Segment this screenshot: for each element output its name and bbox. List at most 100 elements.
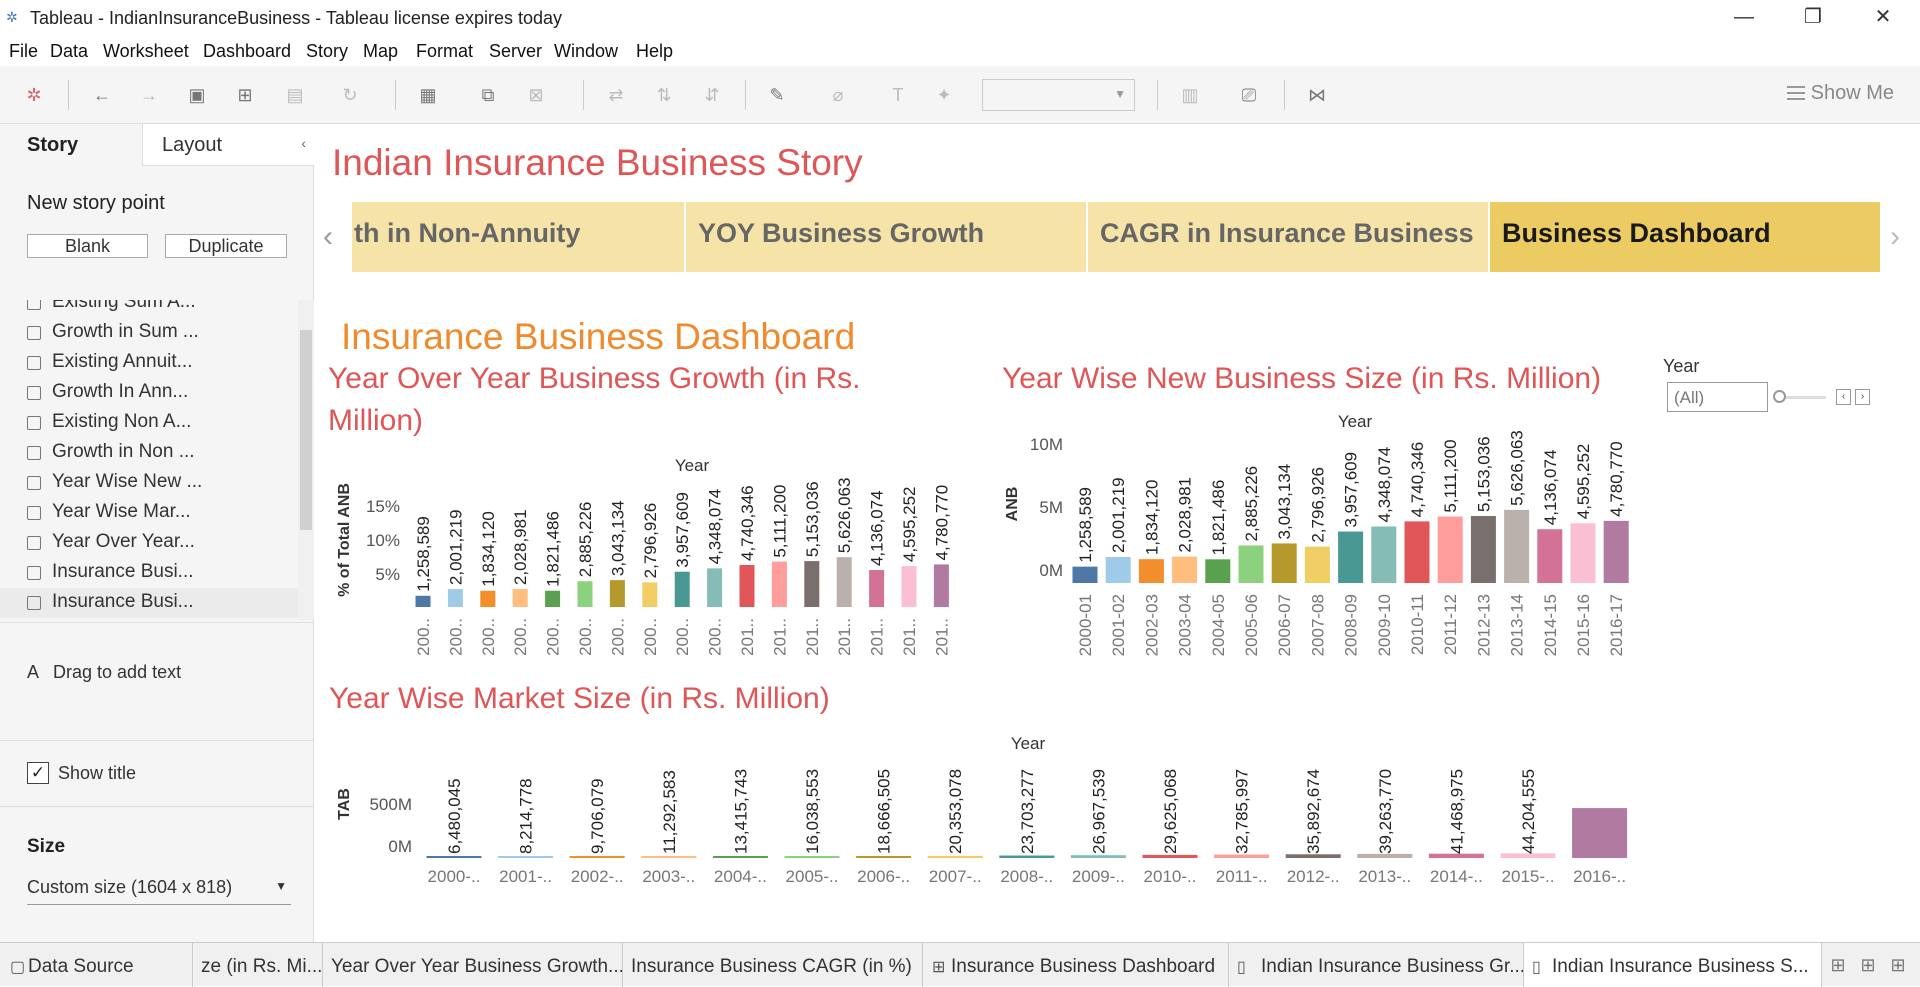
menu-server[interactable]: Server — [489, 41, 542, 62]
tab-sheet[interactable]: Year Over Year Business Growth... — [323, 943, 623, 987]
list-item[interactable]: Existing Annuit... — [0, 348, 298, 378]
x-tick-label: 2004-05 — [1209, 594, 1228, 656]
sort-ascending-icon[interactable]: ⇅ — [652, 83, 676, 107]
bar — [1271, 543, 1297, 583]
y-tick-label: 5M — [1039, 498, 1063, 517]
bar — [609, 580, 625, 607]
data-label: 35,892,674 — [1304, 769, 1323, 854]
refresh-icon[interactable]: ↻ — [338, 83, 362, 107]
dashboard-icon — [27, 596, 41, 610]
tab-story-active[interactable]: ▯ Indian Insurance Business S... — [1524, 943, 1822, 987]
x-tick-label: 2009-.. — [1072, 867, 1125, 886]
new-story-icon[interactable]: ⊞ — [1886, 953, 1910, 977]
drag-to-add-text[interactable]: A Drag to add text — [27, 662, 181, 683]
list-item[interactable]: Growth in Non ... — [0, 438, 298, 468]
list-item[interactable]: Insurance Busi... — [0, 558, 298, 588]
menu-worksheet[interactable]: Worksheet — [103, 41, 189, 62]
bar — [1304, 546, 1330, 583]
data-label: 2,796,926 — [1308, 467, 1327, 543]
bar — [1603, 520, 1629, 583]
close-icon[interactable]: ✕ — [1860, 2, 1906, 32]
list-item[interactable]: Growth In Ann... — [0, 378, 298, 408]
x-tick-label: 2001-02 — [1109, 594, 1128, 656]
list-item[interactable]: Year Wise New ... — [0, 468, 298, 498]
x-tick-label: 201.. — [900, 618, 919, 656]
tab-story[interactable]: ▯ Indian Insurance Business Gr... — [1229, 943, 1524, 987]
new-dashboard-icon[interactable]: ⊞ — [1856, 953, 1880, 977]
highlight-icon[interactable]: ✎ — [765, 83, 789, 107]
tableau-logo-icon: ✲ — [6, 9, 18, 25]
tab-sheet[interactable]: ze (in Rs. Mi... — [193, 943, 323, 987]
x-tick-label: 2014-15 — [1541, 594, 1560, 656]
x-tick-label: 200.. — [511, 618, 530, 656]
data-label: 1,258,589 — [1076, 487, 1095, 563]
group-icon[interactable]: ⌀ — [826, 83, 850, 107]
tab-data-source[interactable]: ▢ Data Source — [0, 943, 193, 987]
show-title-checkbox[interactable]: ✓ — [27, 762, 49, 784]
data-label: 4,780,770 — [932, 485, 951, 561]
list-item[interactable]: Existing Non A... — [0, 408, 298, 438]
menu-dashboard[interactable]: Dashboard — [203, 41, 291, 62]
tab-layout-label: Layout — [162, 134, 223, 156]
save-icon[interactable]: ▣ — [185, 83, 209, 107]
menu-story[interactable]: Story — [306, 41, 348, 62]
menu-window[interactable]: Window — [554, 41, 618, 62]
new-worksheet-icon[interactable]: ▦ — [416, 83, 440, 107]
swap-icon[interactable]: ⇄ — [604, 83, 628, 107]
scrollbar-thumb[interactable] — [300, 330, 312, 530]
undo-icon[interactable]: ← — [90, 83, 114, 107]
data-label: 4,740,346 — [1408, 442, 1427, 518]
new-sheet-icon[interactable]: ⊞ — [1826, 953, 1850, 977]
clear-sheet-icon[interactable]: ⊠ — [524, 83, 548, 107]
list-item[interactable]: Growth in Sum ... — [0, 318, 298, 348]
bar — [498, 856, 554, 858]
x-tick-label: 201.. — [803, 618, 822, 656]
bar — [1138, 559, 1164, 583]
list-item[interactable]: Existing Sum A... — [0, 300, 298, 318]
x-axis-title: Year — [1338, 412, 1373, 431]
worksheet-icon — [27, 506, 41, 520]
list-item[interactable]: Insurance Busi... — [0, 588, 298, 618]
tab-story[interactable]: Story — [0, 124, 142, 166]
new-data-source-icon[interactable]: ⊞ — [233, 83, 257, 107]
restore-icon[interactable]: ❐ — [1790, 2, 1836, 32]
menu-format[interactable]: Format — [416, 41, 473, 62]
menu-data[interactable]: Data — [50, 41, 88, 62]
size-dropdown[interactable]: ▼ Custom size (1604 x 818) — [27, 877, 291, 905]
tableau-home-icon[interactable]: ✲ — [22, 83, 46, 107]
show-labels-icon[interactable]: T — [886, 83, 910, 107]
show-me-button[interactable]: Show Me — [1786, 82, 1894, 105]
tab-dashboard[interactable]: ⊞ Insurance Business Dashboard — [923, 943, 1229, 987]
collapse-panel-icon[interactable]: ‹ — [301, 135, 306, 151]
presentation-mode-icon[interactable]: ⎚ — [1237, 83, 1261, 107]
list-item[interactable]: Year Wise Mar... — [0, 498, 298, 528]
bar — [712, 856, 768, 858]
x-tick-label: 200.. — [544, 618, 563, 656]
menu-map[interactable]: Map — [363, 41, 398, 62]
tab-sheet[interactable]: Insurance Business CAGR (in %) — [623, 943, 923, 987]
list-item[interactable]: Year Over Year... — [0, 528, 298, 558]
show-cards-icon[interactable]: ▥ — [1178, 83, 1202, 107]
pin-icon[interactable]: ✦ — [932, 83, 956, 107]
duplicate-button[interactable]: Duplicate — [165, 234, 287, 258]
database-icon: ▢ — [10, 959, 26, 976]
duplicate-sheet-icon[interactable]: ⧉ — [476, 83, 500, 107]
fit-dropdown[interactable]: ▼ — [982, 79, 1135, 111]
x-tick-label: 2007-08 — [1308, 594, 1327, 656]
tab-layout[interactable]: Layout ‹ — [142, 124, 314, 166]
pause-updates-icon[interactable]: ▤ — [283, 83, 307, 107]
data-label: 16,038,553 — [803, 769, 822, 854]
menu-file[interactable]: File — [9, 41, 38, 62]
sort-descending-icon[interactable]: ⇵ — [700, 83, 724, 107]
blank-button[interactable]: Blank — [27, 234, 148, 258]
bar — [804, 561, 820, 607]
minimize-icon[interactable]: — — [1721, 2, 1767, 32]
chart-yoy-growth: Year % of Total ANB 5% 10% 15% 1,258,589 200..… — [336, 412, 1629, 886]
x-tick-label: 2012-.. — [1287, 867, 1340, 886]
redo-icon[interactable]: → — [137, 83, 161, 107]
worksheet-icon — [27, 416, 41, 430]
x-tick-label: 201.. — [770, 618, 789, 656]
menu-help[interactable]: Help — [636, 41, 673, 62]
x-tick-label: 200.. — [446, 618, 465, 656]
share-icon[interactable]: ⋈ — [1305, 83, 1329, 107]
